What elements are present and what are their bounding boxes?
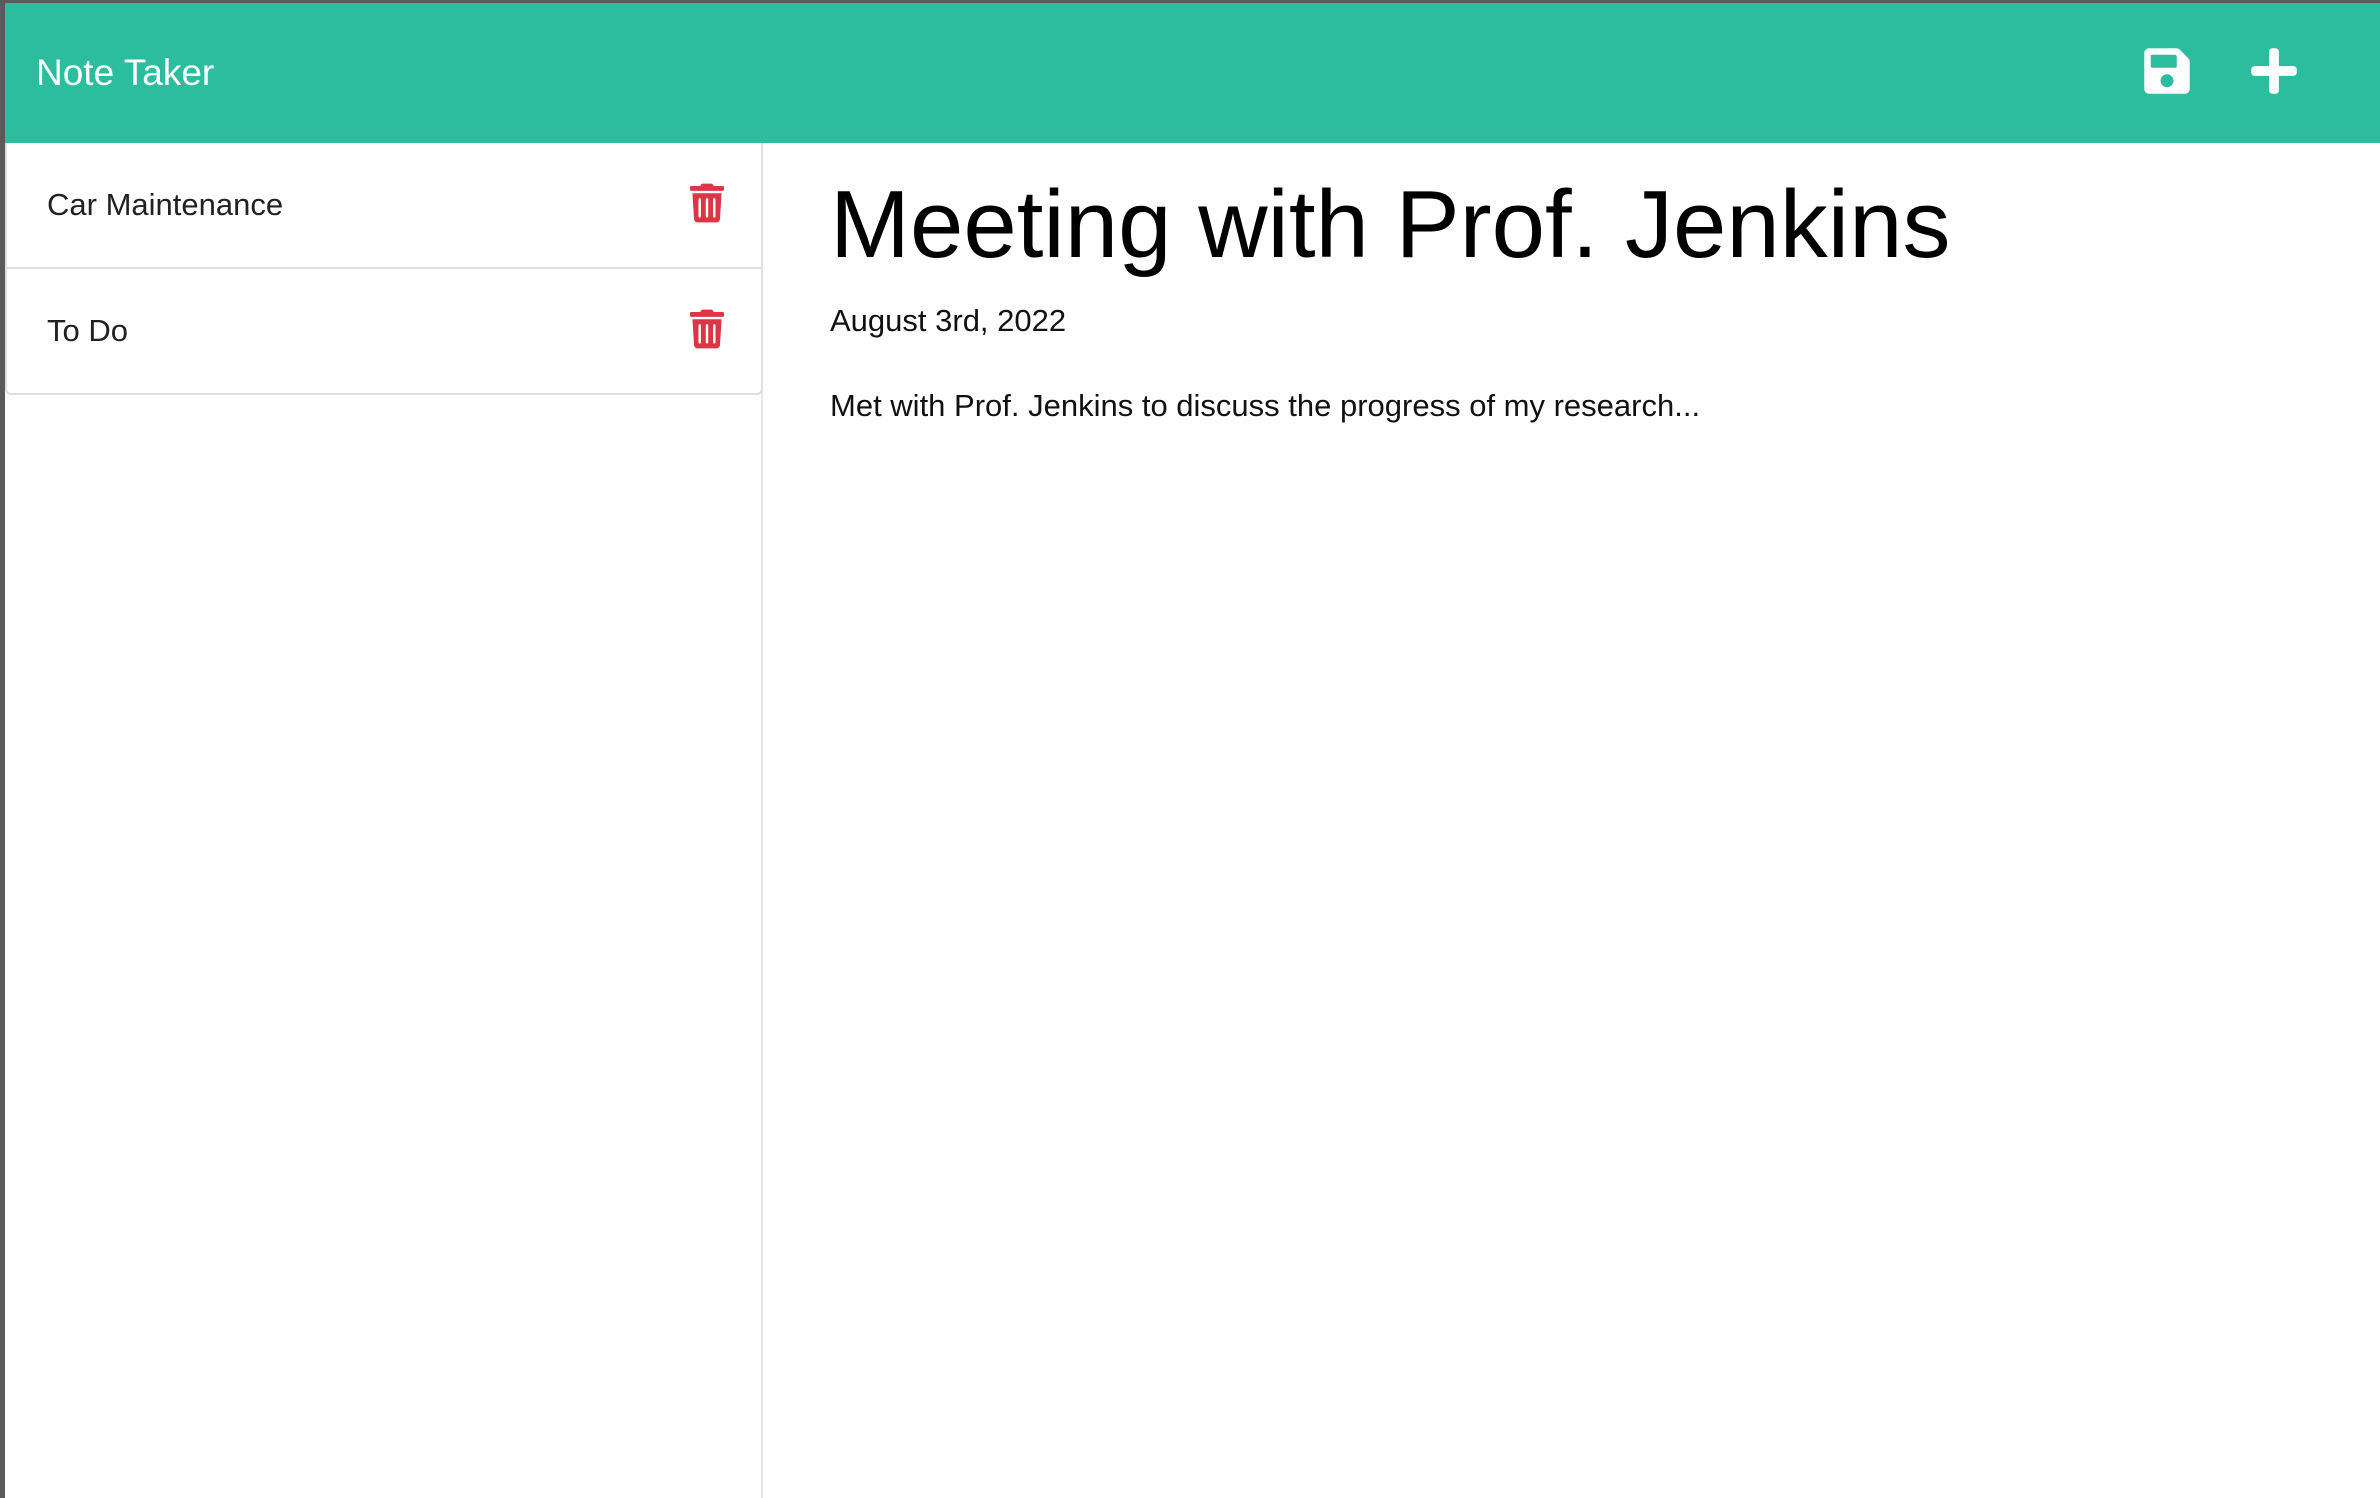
brand-link[interactable]: Note Taker	[36, 3, 214, 143]
notes-sidebar: Car Maintenance To Do	[5, 143, 763, 1498]
list-item[interactable]: To Do	[7, 269, 761, 393]
app-window: Note Taker Car Maintenance To Do Meeting…	[5, 3, 2380, 1498]
delete-note-button[interactable]	[690, 183, 724, 223]
navbar: Note Taker	[5, 3, 2380, 143]
note-date: August 3rd, 2022	[830, 303, 1067, 338]
list-item[interactable]: Car Maintenance	[7, 143, 761, 269]
note-body-textarea[interactable]: Met with Prof. Jenkins to discuss the pr…	[830, 386, 2330, 1186]
delete-note-button[interactable]	[690, 309, 724, 349]
note-editor: August 3rd, 2022 Met with Prof. Jenkins …	[765, 143, 2380, 1498]
trash-icon	[690, 309, 724, 349]
note-list: Car Maintenance To Do	[5, 143, 763, 395]
plus-icon	[2251, 48, 2297, 94]
note-title[interactable]: To Do	[47, 269, 128, 393]
trash-icon	[690, 183, 724, 223]
note-title[interactable]: Car Maintenance	[47, 143, 283, 267]
new-note-button[interactable]	[2248, 45, 2300, 97]
save-note-button[interactable]	[2141, 45, 2193, 97]
save-icon	[2144, 48, 2190, 94]
note-title-input[interactable]	[830, 165, 2330, 285]
